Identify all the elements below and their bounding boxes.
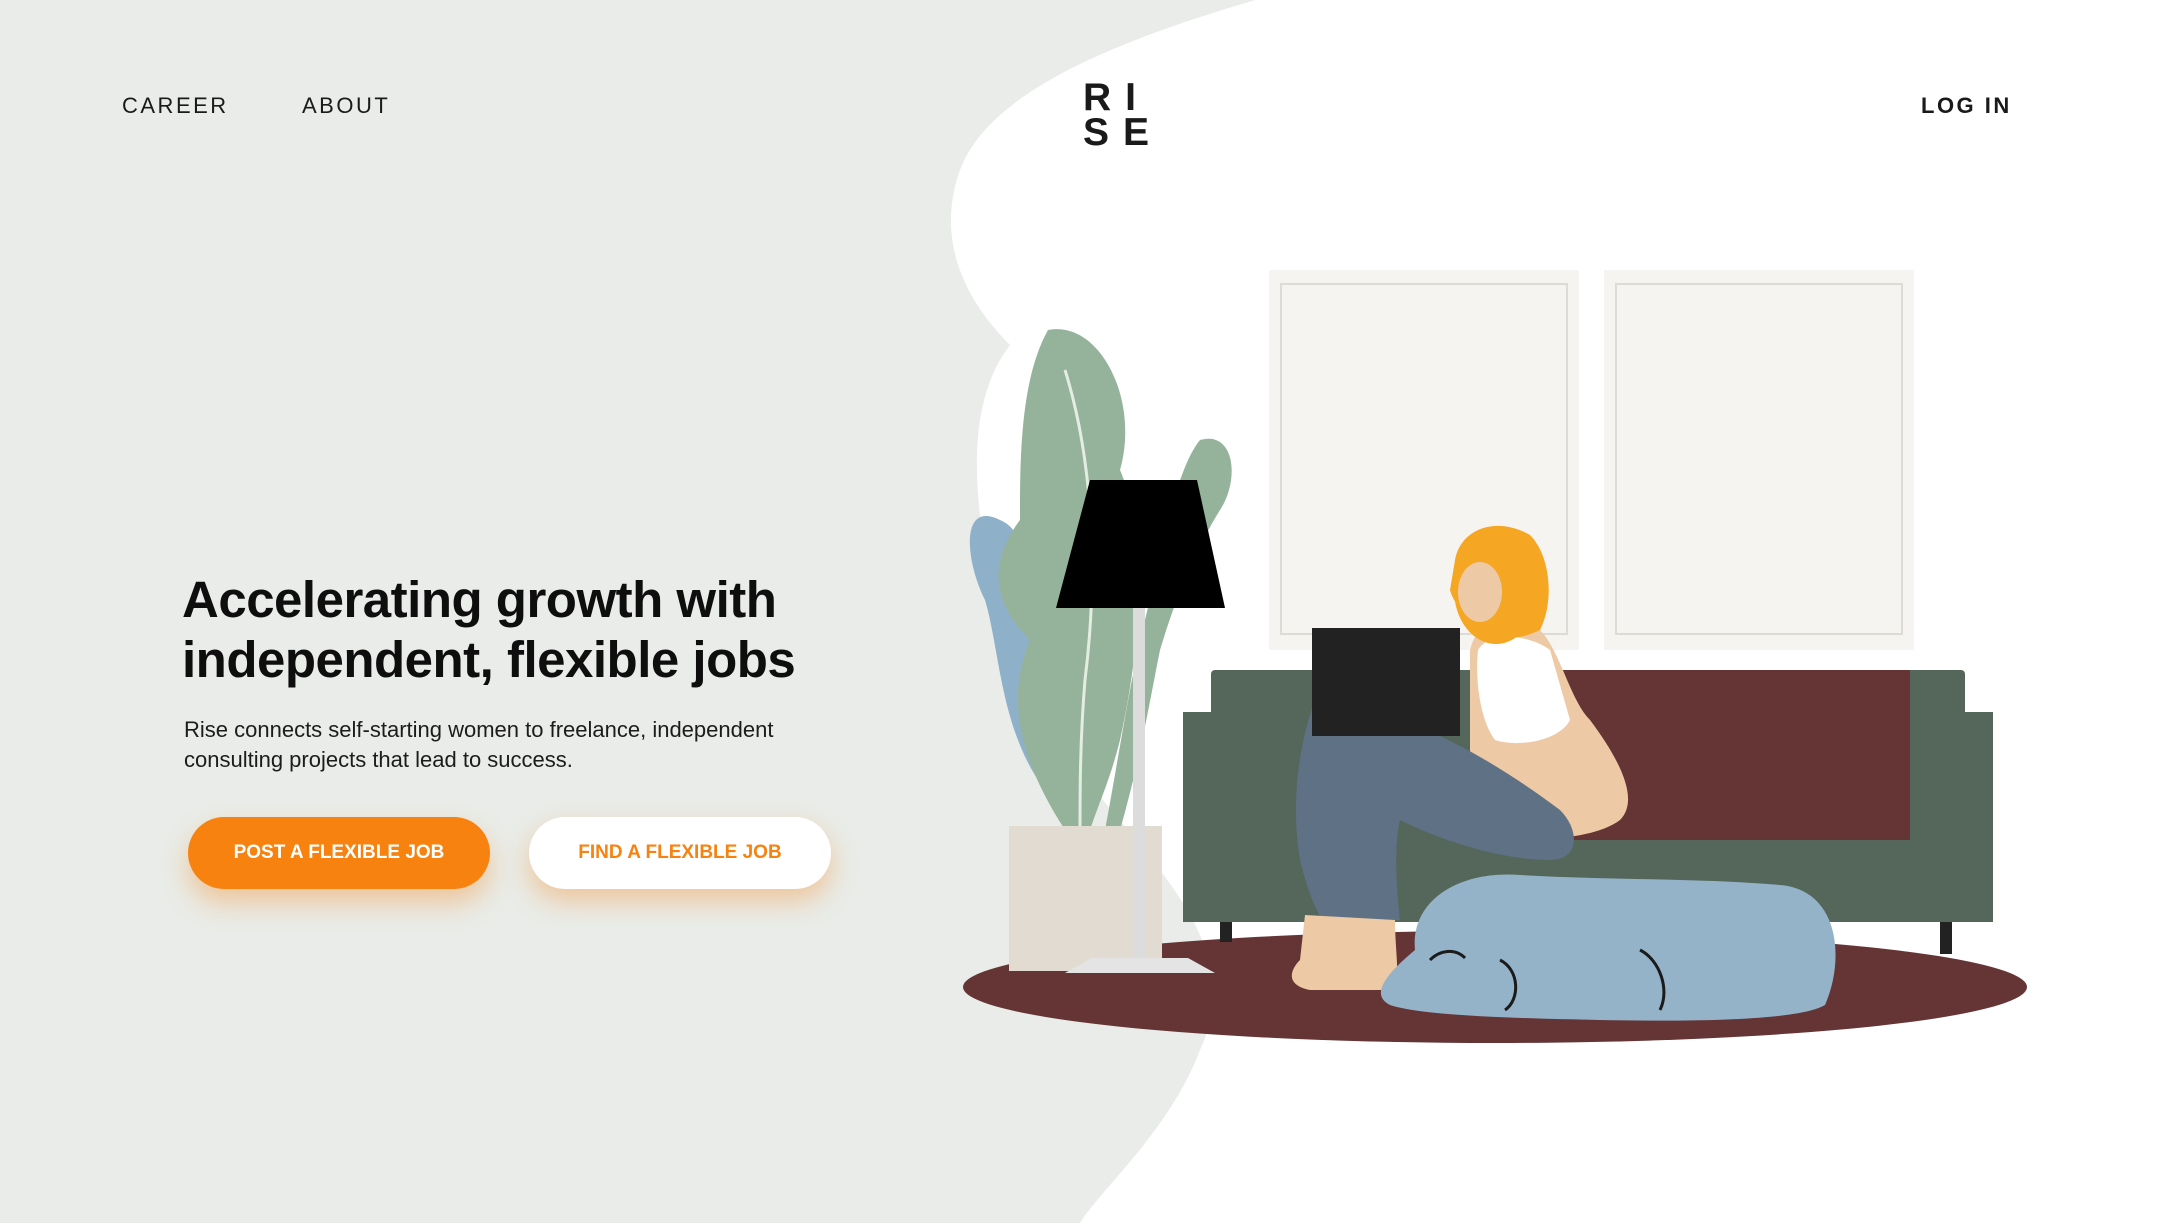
window-icon xyxy=(1269,270,1914,650)
find-flexible-job-button[interactable]: FIND A FLEXIBLE JOB xyxy=(529,817,831,889)
hero-subtitle: Rise connects self-starting women to fre… xyxy=(184,715,844,775)
dog-icon xyxy=(1380,874,1836,1021)
hero-title-line-2: independent, flexible jobs xyxy=(182,631,796,688)
rise-logo[interactable]: RI SE xyxy=(1083,76,1164,154)
logo-line-2: SE xyxy=(1083,111,1164,154)
hero-title: Accelerating growth with independent, fl… xyxy=(182,570,902,690)
hero-subtitle-line-1: Rise connects self-starting women to fre… xyxy=(184,717,774,742)
logo-line-1: RI xyxy=(1083,76,1150,119)
hero-subtitle-line-2: consulting projects that lead to success… xyxy=(184,747,573,772)
hero-title-line-1: Accelerating growth with xyxy=(182,571,777,628)
post-flexible-job-button[interactable]: POST A FLEXIBLE JOB xyxy=(188,817,490,889)
nav-about-link[interactable]: ABOUT xyxy=(302,93,390,119)
login-link[interactable]: LOG IN xyxy=(1921,93,2012,119)
nav-career-link[interactable]: CAREER xyxy=(122,93,229,119)
